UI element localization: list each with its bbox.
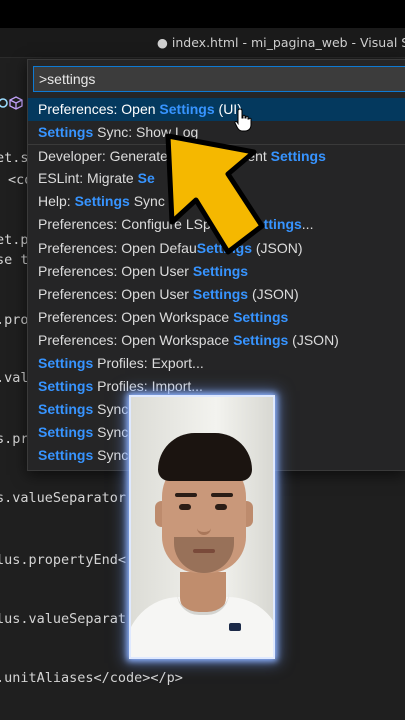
item-text: Preferences: Open Workspace bbox=[38, 308, 234, 325]
match-highlight: Settings bbox=[38, 401, 94, 418]
code-line: .unitAliases</code></p> bbox=[0, 670, 183, 686]
command-palette-item[interactable]: Preferences: Open User Settings bbox=[28, 260, 405, 283]
title-bar: ● index.html - mi_pagina_web - Visual St… bbox=[0, 28, 405, 58]
code-line: lus.valueSeparat bbox=[0, 611, 127, 627]
video-letterbox bbox=[0, 0, 405, 28]
item-text: Help: bbox=[38, 193, 75, 210]
match-highlight: Settings bbox=[233, 331, 289, 348]
command-palette-item[interactable]: Preferences: Open Workspace Settings bbox=[28, 306, 405, 329]
item-text: Preferences: Open Workspace bbox=[38, 331, 234, 348]
item-text: Profiles: Export... bbox=[93, 355, 204, 372]
code-line: lus.propertyEnd< bbox=[0, 552, 127, 568]
item-text: Preferences: Open User bbox=[38, 285, 193, 302]
code-line: s.valueSeparator bbox=[0, 490, 127, 506]
presenter-eye bbox=[215, 504, 227, 510]
app-window: ● index.html - mi_pagina_web - Visual St… bbox=[0, 0, 405, 720]
command-palette-input[interactable]: >settings bbox=[33, 66, 405, 92]
match-highlight: Settings bbox=[38, 378, 94, 395]
item-text: ... bbox=[301, 216, 314, 233]
command-palette-item[interactable]: Preferences: Open User Settings (JSON) bbox=[28, 283, 405, 306]
item-text: Preferences: Open bbox=[38, 101, 160, 117]
command-palette-item[interactable]: Settings Profiles: Export... bbox=[28, 352, 405, 375]
code-line: se t bbox=[0, 252, 29, 268]
yellow-pointer-arrow bbox=[165, 133, 265, 255]
item-text: ESLint: Migrate bbox=[38, 170, 138, 187]
presenter-eyebrow bbox=[211, 493, 233, 497]
match-highlight: Settings bbox=[38, 447, 94, 464]
match-highlight: Settings bbox=[270, 148, 326, 165]
code-line: et.s bbox=[0, 150, 29, 166]
command-palette-item[interactable]: Preferences: Open Settings (UI) bbox=[28, 98, 405, 122]
code-line: s.pr bbox=[0, 431, 29, 447]
presenter-eyebrow bbox=[175, 493, 197, 497]
match-highlight: Settings bbox=[233, 308, 289, 325]
match-highlight: Settings bbox=[38, 424, 94, 441]
presenter-webcam bbox=[129, 395, 275, 659]
item-text: (JSON) bbox=[288, 331, 339, 348]
window-title: ● index.html - mi_pagina_web - Visual St… bbox=[157, 35, 405, 50]
code-line: .val bbox=[0, 370, 29, 386]
cube-icon[interactable] bbox=[9, 96, 23, 110]
item-text: Sync: bbox=[93, 401, 133, 418]
item-text: Sync: bbox=[93, 447, 133, 464]
presenter-eye bbox=[179, 504, 191, 510]
presenter-nose bbox=[197, 509, 211, 535]
match-highlight: Settings bbox=[192, 285, 249, 302]
item-text: Sync: bbox=[93, 424, 133, 441]
item-text: Preferences: Open User bbox=[38, 262, 193, 279]
match-highlight: Settings bbox=[159, 101, 215, 117]
item-text: Profiles: Import... bbox=[93, 378, 203, 395]
shirt-logo bbox=[229, 623, 241, 631]
match-highlight: Settings bbox=[192, 262, 249, 279]
match-highlight: Settings bbox=[38, 124, 94, 141]
command-palette-item[interactable]: Preferences: Open Workspace Settings (JS… bbox=[28, 329, 405, 352]
code-line: .pro bbox=[0, 312, 29, 328]
presenter-hair bbox=[158, 433, 252, 481]
presenter-mouth bbox=[193, 549, 215, 553]
match-highlight: Settings bbox=[38, 355, 94, 372]
code-line: et.p bbox=[0, 232, 29, 248]
item-text: (JSON) bbox=[248, 285, 299, 302]
hand-pointer-icon bbox=[234, 108, 252, 132]
match-highlight: Settings bbox=[74, 193, 130, 210]
